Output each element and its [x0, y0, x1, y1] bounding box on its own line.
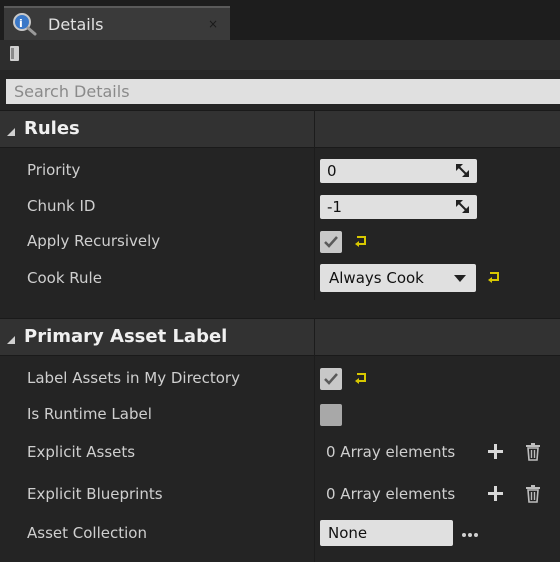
collapse-arrow-icon	[7, 128, 15, 136]
spin-drag-icon[interactable]	[456, 200, 469, 213]
priority-input[interactable]: 0	[320, 159, 477, 183]
property-label-explicit-blueprints: Explicit Blueprints	[27, 485, 163, 503]
priority-value: 0	[327, 162, 337, 180]
trash-icon[interactable]	[525, 485, 541, 503]
reset-to-default-icon[interactable]	[354, 372, 368, 384]
property-label-label-assets: Label Assets in My Directory	[27, 369, 240, 387]
tab-bar: i Details ×	[0, 0, 560, 40]
magnifier-icon: i	[13, 13, 37, 36]
details-toolbar	[0, 40, 560, 70]
property-label-cook-rule: Cook Rule	[27, 269, 102, 287]
search-row	[0, 70, 560, 110]
chunk-id-input[interactable]: -1	[320, 195, 477, 219]
category-title: Rules	[24, 118, 80, 139]
property-label-priority: Priority	[27, 161, 81, 179]
checkmark-icon	[324, 373, 338, 385]
collapse-arrow-icon	[7, 336, 15, 344]
plus-icon[interactable]	[487, 485, 504, 502]
chevron-down-icon	[454, 275, 466, 282]
ellipsis-icon[interactable]	[461, 532, 479, 538]
category-header-rules[interactable]: Rules	[0, 110, 560, 148]
asset-collection-field[interactable]: None	[320, 520, 453, 546]
svg-text:i: i	[19, 17, 23, 30]
property-label-chunk-id: Chunk ID	[27, 197, 96, 215]
explicit-blueprints-count: 0 Array elements	[326, 485, 456, 503]
property-label-explicit-assets: Explicit Assets	[27, 443, 136, 461]
plus-icon[interactable]	[487, 443, 504, 460]
cook-rule-dropdown[interactable]: Always Cook	[320, 264, 476, 292]
reset-to-default-icon[interactable]	[487, 271, 501, 283]
apply-recursively-checkbox[interactable]	[320, 231, 342, 253]
explicit-assets-count: 0 Array elements	[326, 443, 456, 461]
is-runtime-label-checkbox[interactable]	[320, 404, 342, 426]
property-label-asset-collection: Asset Collection	[27, 524, 147, 542]
details-tab[interactable]: i Details ×	[4, 6, 230, 40]
category-header-primary-asset-label[interactable]: Primary Asset Label	[0, 318, 560, 356]
property-label-is-runtime-label: Is Runtime Label	[27, 405, 152, 423]
checkmark-icon	[324, 236, 338, 248]
column-divider[interactable]	[314, 110, 315, 300]
property-label-apply-recursively: Apply Recursively	[27, 232, 161, 250]
column-divider[interactable]	[314, 318, 315, 562]
label-assets-checkbox[interactable]	[320, 368, 342, 390]
lock-icon[interactable]	[8, 44, 22, 64]
asset-collection-value: None	[328, 524, 368, 542]
tab-title: Details	[48, 15, 104, 34]
spin-drag-icon[interactable]	[456, 164, 469, 177]
search-input[interactable]	[6, 79, 560, 104]
close-icon[interactable]: ×	[208, 17, 218, 31]
trash-icon[interactable]	[525, 443, 541, 461]
cook-rule-value: Always Cook	[329, 269, 424, 287]
category-title: Primary Asset Label	[24, 326, 228, 347]
reset-to-default-icon[interactable]	[354, 235, 368, 247]
chunk-id-value: -1	[327, 198, 342, 216]
